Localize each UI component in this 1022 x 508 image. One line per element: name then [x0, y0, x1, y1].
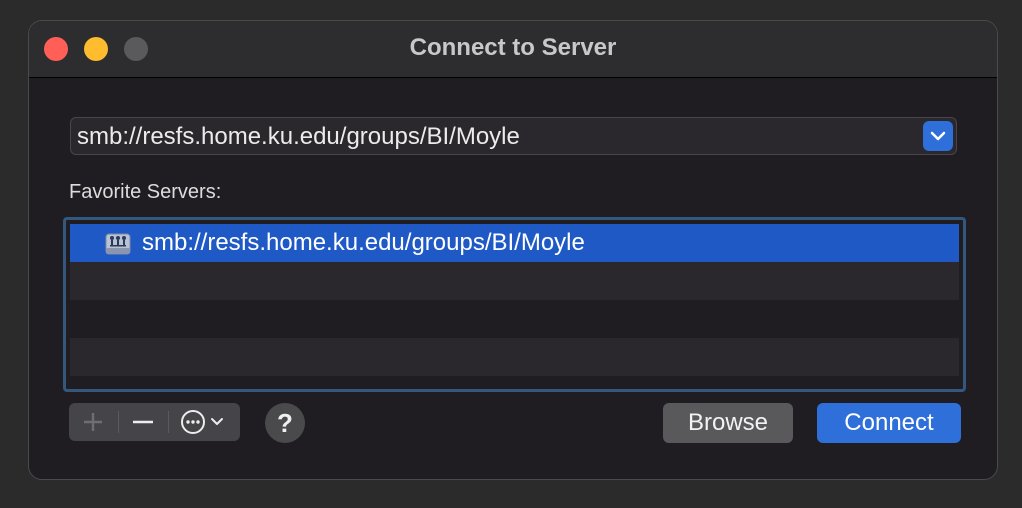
window-title: Connect to Server: [409, 34, 617, 61]
server-address-input[interactable]: smb://resfs.home.ku.edu/groups/BI/Moyle: [77, 123, 520, 151]
browse-button[interactable]: Browse: [663, 403, 793, 443]
titlebar: Connect to Server: [29, 21, 997, 78]
connect-button[interactable]: Connect: [817, 403, 961, 443]
connect-to-server-window: Connect to Server smb://resfs.home.ku.ed…: [28, 20, 998, 480]
ellipsis-circle-icon: [181, 410, 223, 434]
list-item-label: smb://resfs.home.ku.edu/groups/BI/Moyle: [142, 229, 585, 256]
list-row-empty: [70, 338, 959, 376]
plus-icon: [84, 413, 102, 431]
list-item[interactable]: smb://resfs.home.ku.edu/groups/BI/Moyle: [70, 224, 959, 262]
remove-server-button[interactable]: [119, 403, 167, 441]
list-row-empty: [70, 262, 959, 300]
chevron-down-icon: [930, 131, 946, 141]
list-row-empty: [70, 300, 959, 338]
server-address-combobox[interactable]: smb://resfs.home.ku.edu/groups/BI/Moyle: [70, 117, 957, 155]
favorite-servers-list[interactable]: smb://resfs.home.ku.edu/groups/BI/Moyle: [63, 217, 966, 392]
favorite-servers-label: Favorite Servers:: [69, 181, 222, 203]
more-actions-menu-button[interactable]: [169, 403, 240, 441]
recent-servers-dropdown-button[interactable]: [923, 121, 953, 151]
list-edit-segmented-control: [69, 403, 240, 441]
network-server-icon: [105, 233, 131, 255]
help-button[interactable]: ?: [265, 403, 305, 443]
minus-icon: [133, 420, 153, 424]
add-server-button[interactable]: [69, 403, 117, 441]
